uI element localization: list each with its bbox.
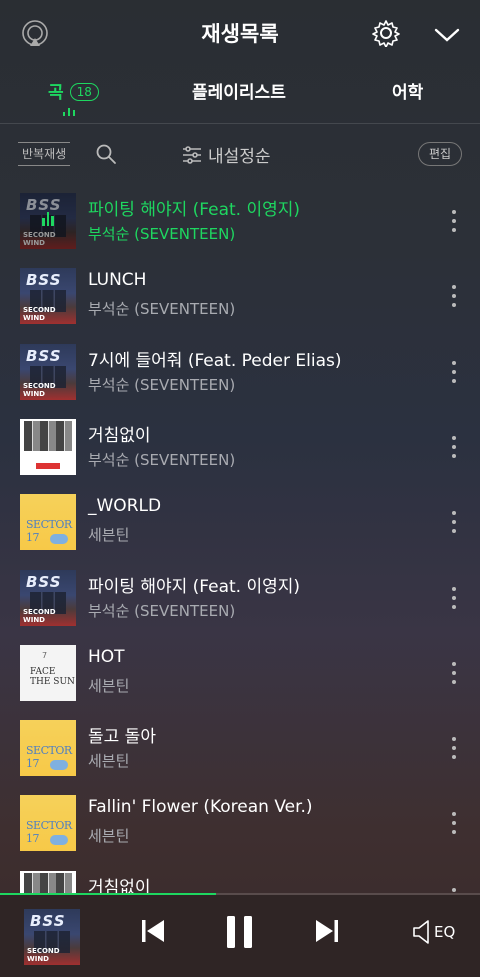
album-art: BSS SECOND WIND [20, 343, 76, 400]
album-art-text: BSS [26, 572, 62, 591]
album-art-text: BSS [30, 912, 66, 930]
song-artist: 세븐틴 [88, 676, 130, 695]
tab-songs[interactable]: 곡 18 [48, 78, 99, 103]
more-options-icon[interactable] [448, 210, 460, 232]
tab-language-label: 어학 [392, 83, 424, 103]
song-title: 파이팅 해야지 (Feat. 이영지) [88, 200, 301, 220]
song-artist: 부석순 (SEVENTEEN) [88, 300, 236, 319]
now-playing-indicator-icon [63, 108, 75, 116]
song-row[interactable]: BSS SECOND WIND 파이팅 해야지 (Feat. 이영지) 부석순 (SE… [0, 182, 480, 257]
album-art-subtext: SECOND WIND [23, 306, 56, 323]
song-title: 돌고 돌아 [88, 727, 156, 748]
pause-icon[interactable] [224, 914, 256, 954]
song-artist: 세븐틴 [88, 526, 130, 545]
song-list: BSS SECOND WIND 파이팅 해야지 (Feat. 이영지) 부석순 (SE… [0, 182, 480, 894]
song-title: LUNCH [88, 270, 147, 291]
header: 재생목록 [0, 0, 480, 64]
more-options-icon[interactable] [448, 812, 460, 835]
album-art-subtext: SECOND WIND [23, 381, 56, 398]
song-artist: 부석순 (SEVENTEEN) [88, 225, 236, 243]
equalizer-button[interactable]: EQ [412, 919, 455, 945]
repeat-button[interactable]: 반복재생 [18, 142, 71, 166]
album-art-text: BSS [26, 196, 62, 214]
now-playing-equalizer-icon [42, 212, 55, 226]
edit-button[interactable]: 편집 [418, 142, 462, 166]
album-art-subtext: 7 [42, 650, 48, 660]
album-art-text: BSS [26, 271, 62, 290]
song-title: 파이팅 해야지 (Feat. 이영지) [88, 576, 301, 597]
song-row[interactable]: BSS SECOND WIND 파이팅 해야지 (Feat. 이영지) 부석순 (SE… [0, 559, 480, 634]
song-row[interactable]: BSS SECOND WIND LUNCH 부석순 (SEVENTEEN) [0, 257, 480, 332]
speaker-icon [413, 920, 429, 944]
album-art: SECTOR 17 [20, 494, 76, 551]
album-art-subtext: SECOND WIND [23, 607, 56, 624]
album-art: 7 FACE THE SUN [20, 644, 76, 701]
mini-player: BSS SECOND WIND EQ [0, 895, 480, 977]
album-art: BSS SECOND WIND [20, 569, 76, 626]
song-title: HOT [88, 646, 125, 667]
song-artist: 부석순 (SEVENTEEN) [88, 375, 236, 394]
song-row[interactable]: SECTOR 17 돌고 돌아세븐틴 [0, 709, 480, 784]
song-title: Fallin' Flower (Korean Ver.) [88, 797, 313, 818]
search-icon[interactable] [94, 142, 118, 166]
tab-songs-label: 곡 [48, 83, 64, 103]
song-count-badge: 18 [69, 83, 99, 101]
list-toolbar: 반복재생 내설정순 편집 [0, 124, 480, 182]
album-art [20, 870, 76, 894]
more-options-icon[interactable] [448, 511, 460, 534]
sort-button[interactable]: 내설정순 [182, 142, 271, 167]
song-title: 7시에 들어줘 (Feat. Peder Elias) [88, 350, 342, 371]
equalizer-label: EQ [434, 923, 456, 941]
settings-gear-icon[interactable] [371, 18, 401, 48]
album-art-subtext: SECOND WIND [27, 947, 60, 963]
more-options-icon[interactable] [448, 360, 460, 383]
song-artist: 세븐틴 [88, 827, 130, 846]
now-playing-album-art[interactable]: BSS SECOND WIND [24, 909, 80, 965]
more-options-icon[interactable] [448, 737, 460, 760]
album-art-text: BSS [26, 346, 62, 365]
song-title: 거침없이 [88, 425, 151, 446]
more-options-icon[interactable] [448, 586, 460, 609]
song-artist: 부석순 (SEVENTEEN) [88, 601, 236, 620]
next-track-icon[interactable] [314, 917, 340, 949]
page-title: 재생목록 [201, 22, 279, 46]
song-title: _WORLD [88, 496, 162, 517]
collapse-chevron-down-icon[interactable] [432, 20, 462, 50]
tab-bar: 곡 18 플레이리스트 어학 [0, 64, 480, 124]
song-artist: 세븐틴 [88, 752, 130, 771]
more-options-icon[interactable] [448, 661, 460, 684]
song-title: 거침없이 [88, 877, 151, 894]
album-art: SECTOR 17 [20, 720, 76, 777]
more-options-icon[interactable] [448, 285, 460, 308]
song-row[interactable]: 7 FACE THE SUN HOT 세븐틴 [0, 634, 480, 709]
album-art-subtext: SECOND WIND [23, 231, 56, 247]
more-options-icon[interactable] [448, 435, 460, 458]
tab-playlist-label: 플레이리스트 [192, 83, 286, 103]
album-art [20, 418, 76, 475]
album-art: BSS SECOND WIND [20, 268, 76, 325]
album-art: SECTOR 17 [20, 795, 76, 852]
album-art-text: FACE THE SUN [30, 666, 75, 687]
previous-track-icon[interactable] [140, 917, 166, 949]
sort-sliders-icon [183, 145, 201, 164]
tab-playlist[interactable]: 플레이리스트 [192, 78, 286, 103]
song-row[interactable]: BSS SECOND WIND 7시에 들어줘 (Feat. Peder Elias… [0, 333, 480, 408]
song-row[interactable]: 거침없이 [0, 860, 480, 894]
song-artist: 부석순 (SEVENTEEN) [88, 450, 236, 469]
song-row[interactable]: SECTOR 17 Fallin' Flower (Korean Ver.) 세븐틴 [0, 784, 480, 859]
song-row[interactable]: SECTOR 17 _WORLD 세븐틴 [0, 483, 480, 558]
tab-language[interactable]: 어학 [392, 78, 423, 103]
sort-label: 내설정순 [208, 147, 271, 167]
song-row[interactable]: 거침없이부석순 (SEVENTEEN) [0, 408, 480, 483]
